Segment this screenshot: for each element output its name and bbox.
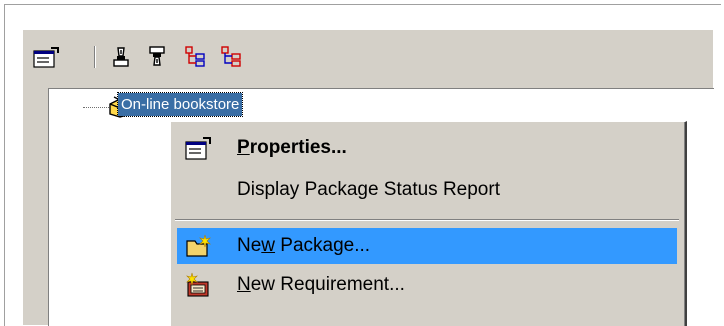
properties-icon — [33, 47, 59, 68]
context-menu: Properties... Display Package Status Rep… — [170, 121, 687, 326]
collapse-tree-button[interactable] — [218, 45, 246, 69]
collapse-tree-icon — [221, 46, 241, 67]
add-pen-button[interactable] — [108, 45, 136, 69]
menu-item-new-package[interactable]: New Package... — [177, 228, 677, 264]
menu-separator — [175, 219, 679, 221]
expand-tree-button[interactable] — [182, 45, 210, 69]
menu-item-label: Display Package Status Report — [237, 179, 500, 200]
add-pen-icon — [113, 47, 129, 67]
expand-tree-icon — [185, 46, 205, 67]
menu-item-label: New Requirement... — [237, 274, 405, 295]
tree-node-on-line-bookstore[interactable]: On-line bookstore — [116, 92, 244, 117]
menu-item-label: Properties... — [237, 137, 347, 158]
new-package-icon — [185, 233, 213, 259]
menu-item-properties[interactable]: Properties... — [177, 130, 677, 166]
new-requirement-icon — [185, 272, 213, 298]
toolbar — [24, 31, 713, 83]
remove-pen-button[interactable] — [144, 45, 172, 69]
menu-item-label: New Package... — [237, 235, 371, 256]
properties-icon — [185, 135, 213, 161]
properties-toolbar-button[interactable] — [33, 45, 61, 69]
menu-item-new-requirement[interactable]: New Requirement... — [177, 267, 677, 303]
remove-pen-icon — [149, 46, 165, 66]
menu-item-display-package-status-report[interactable]: Display Package Status Report — [177, 172, 677, 208]
toolbar-separator — [94, 46, 96, 68]
